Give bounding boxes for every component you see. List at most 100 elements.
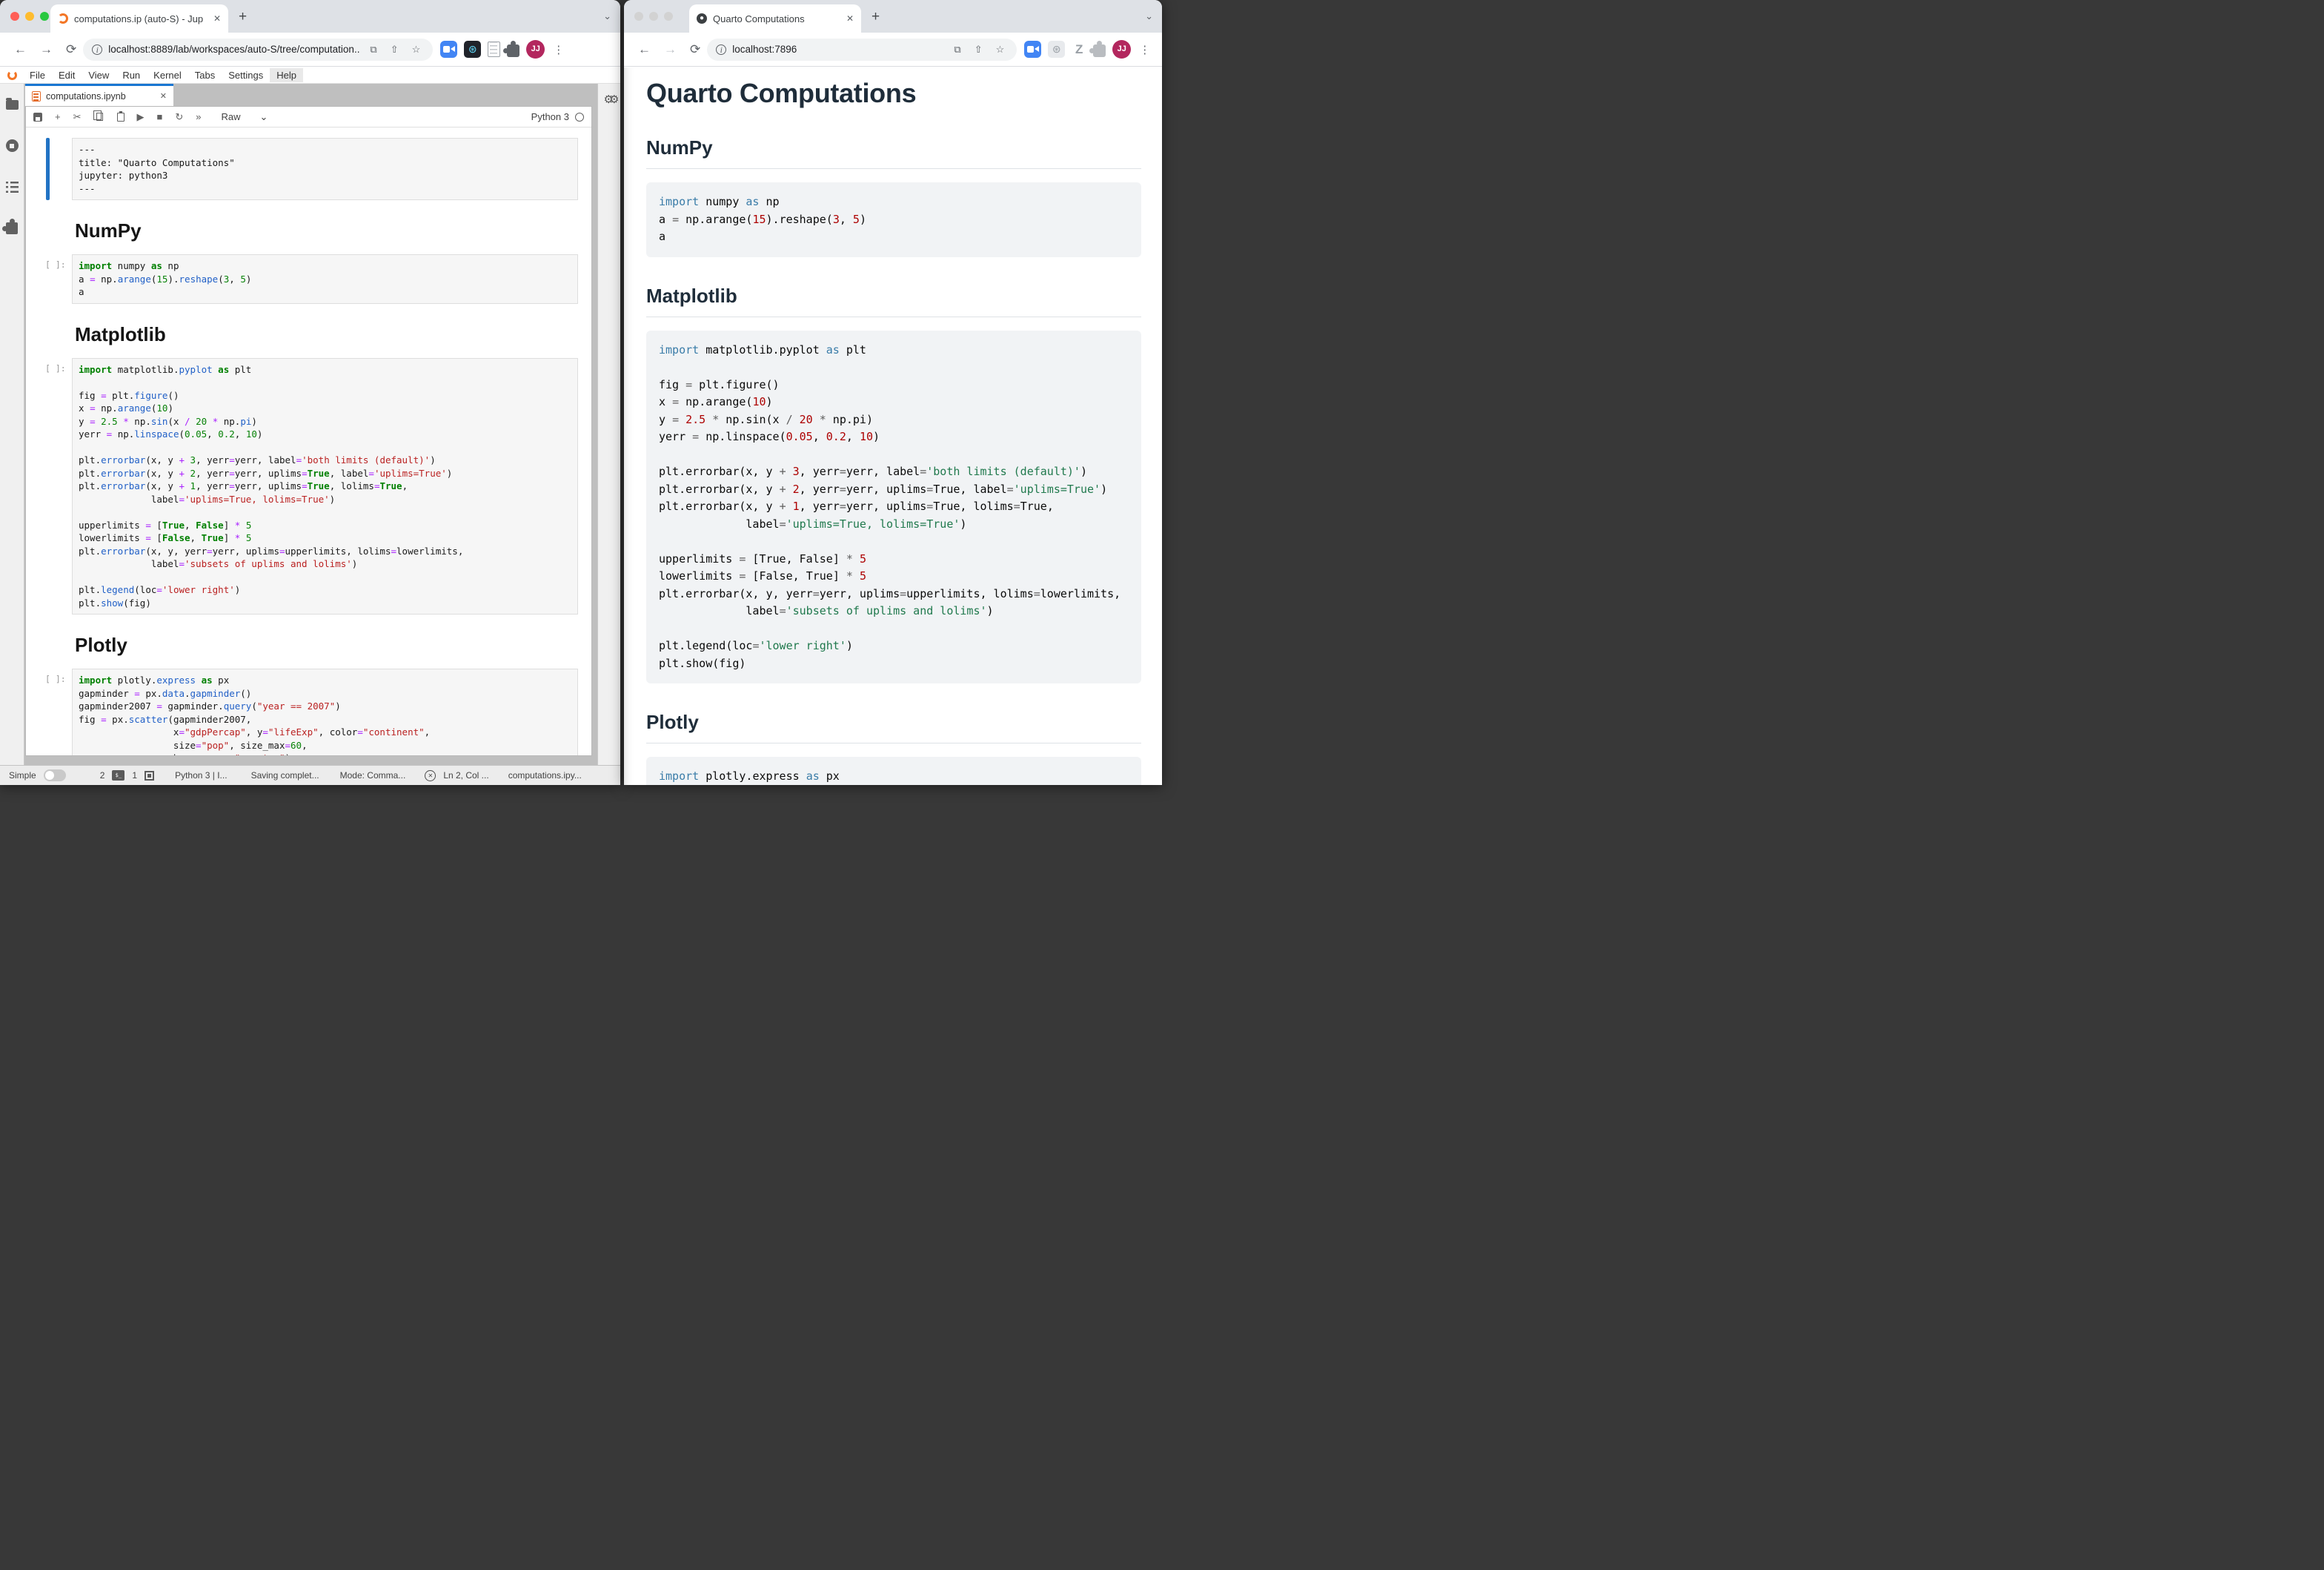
window-controls[interactable] (634, 12, 673, 21)
share-icon[interactable]: ⇧ (387, 44, 402, 56)
react-devtools-extension-icon[interactable]: ⊛ (1048, 41, 1065, 58)
maximize-window-button[interactable] (664, 12, 673, 21)
menu-item-edit[interactable]: Edit (52, 68, 82, 82)
paste-cell-button[interactable] (117, 113, 124, 122)
run-cell-button[interactable]: ▶ (137, 111, 145, 123)
code-block[interactable]: import matplotlib.pyplot as plt fig = pl… (646, 331, 1141, 684)
bookmark-star-icon[interactable]: ☆ (408, 44, 425, 56)
forward-button[interactable]: → (33, 42, 59, 57)
add-cell-button[interactable]: + (55, 111, 61, 122)
menu-item-tabs[interactable]: Tabs (188, 68, 222, 82)
new-tab-button[interactable]: + (872, 9, 880, 25)
cursor-position[interactable]: Ln 2, Col ... (443, 770, 488, 781)
new-tab-button[interactable]: + (239, 9, 247, 25)
video-call-extension-icon[interactable] (1024, 41, 1041, 58)
menu-item-help[interactable]: Help (270, 68, 303, 82)
reload-button[interactable]: ⟳ (683, 42, 707, 57)
z-extension-icon[interactable]: Z (1072, 42, 1086, 57)
tab-close-icon[interactable]: ✕ (213, 13, 221, 24)
url-text[interactable]: localhost:7896 (732, 44, 944, 55)
address-bar[interactable]: i localhost:7896 ⧉ ⇧ ☆ (707, 39, 1017, 61)
minimize-window-button[interactable] (25, 12, 34, 21)
run-all-button[interactable]: » (196, 111, 201, 122)
browser-menu-icon[interactable]: ⋮ (1138, 43, 1152, 56)
property-inspector-gears-icon[interactable]: ⚙⚙ (598, 93, 620, 106)
close-window-button[interactable] (10, 12, 19, 21)
cell-gutter[interactable]: [ ]: (45, 358, 72, 615)
menu-item-view[interactable]: View (82, 68, 116, 82)
command-mode-indicator[interactable]: Mode: Comma... (340, 770, 406, 781)
code-block[interactable]: import plotly.express as pxgapminder = p… (646, 757, 1141, 785)
bookmark-star-icon[interactable]: ☆ (992, 44, 1009, 56)
cell-editor[interactable]: ---title: "Quarto Computations"jupyter: … (72, 138, 578, 200)
copy-cell-button[interactable] (96, 113, 103, 121)
restart-kernel-button[interactable]: ↻ (175, 111, 183, 123)
markdown-heading-cell[interactable]: Matplotlib (75, 323, 584, 346)
tab-search-chevron-icon[interactable]: ⌄ (603, 10, 611, 22)
video-call-extension-icon[interactable] (440, 41, 457, 58)
cell-editor[interactable]: import plotly.express as pxgapminder = p… (72, 669, 578, 755)
cut-cell-button[interactable]: ✂ (73, 111, 82, 123)
kernel-status-text[interactable]: Python 3 | I... (175, 770, 228, 781)
browser-menu-icon[interactable]: ⋮ (551, 43, 565, 56)
save-button[interactable] (33, 113, 42, 122)
site-info-icon[interactable]: i (716, 44, 726, 55)
reload-button[interactable]: ⟳ (59, 42, 83, 57)
back-button[interactable]: ← (7, 42, 33, 57)
code-line: a (659, 228, 1129, 246)
window-controls[interactable] (10, 12, 49, 21)
menu-item-settings[interactable]: Settings (222, 68, 270, 82)
browser-tab-strip: computations.ip (auto-S) - Jup ✕ + ⌄ (0, 0, 620, 33)
cell-editor[interactable]: import numpy as npa = np.arange(15).resh… (72, 254, 578, 304)
browser-tab[interactable]: ● Quarto Computations ✕ (689, 4, 861, 33)
code-line: plt.errorbar(x, y + 2, yerr=yerr, uplims… (659, 481, 1129, 499)
simple-mode-toggle[interactable] (44, 769, 66, 781)
running-kernels-icon[interactable] (6, 139, 19, 152)
cell-gutter[interactable]: [ ]: (45, 669, 72, 755)
file-browser-icon[interactable] (6, 100, 19, 110)
code-line (659, 446, 1129, 464)
table-of-contents-icon[interactable] (6, 182, 19, 193)
cell-editor[interactable]: import matplotlib.pyplot as plt fig = pl… (72, 358, 578, 615)
cell-prompt: [ ]: (45, 259, 66, 270)
open-in-new-icon[interactable]: ⧉ (366, 44, 380, 56)
status-bar: Simple 2 $_ 1 Python 3 | I... Saving com… (0, 765, 620, 785)
kernel-name[interactable]: Python 3 (531, 111, 569, 122)
extensions-puzzle-icon[interactable] (507, 44, 519, 57)
back-button[interactable]: ← (631, 42, 657, 57)
profile-avatar[interactable]: JJ (1112, 40, 1131, 59)
notebook-tab-close-icon[interactable]: ✕ (160, 91, 167, 101)
menu-item-kernel[interactable]: Kernel (147, 68, 188, 82)
cell-type-select[interactable]: Raw ⌄ (222, 111, 268, 123)
code-line: a = np.arange(15).reshape(3, 5) (79, 273, 571, 286)
notebook-tab[interactable]: computations.ipynb ✕ (25, 84, 173, 106)
markdown-heading-cell[interactable]: Plotly (75, 634, 584, 657)
section-numpy: NumPyimport numpy as npa = np.arange(15)… (646, 136, 1141, 257)
browser-tab[interactable]: computations.ip (auto-S) - Jup ✕ (50, 4, 228, 33)
tab-search-chevron-icon[interactable]: ⌄ (1145, 10, 1153, 22)
close-window-button[interactable] (634, 12, 643, 21)
open-in-new-icon[interactable]: ⧉ (950, 44, 964, 56)
document-extension-icon[interactable] (488, 42, 500, 57)
extension-manager-icon[interactable] (6, 222, 18, 234)
forward-button[interactable]: → (657, 42, 683, 57)
markdown-heading-cell[interactable]: NumPy (75, 219, 584, 242)
cell-gutter[interactable]: [ ]: (45, 254, 72, 304)
cell-collapser[interactable] (46, 138, 50, 200)
minimize-window-button[interactable] (649, 12, 658, 21)
tab-close-icon[interactable]: ✕ (846, 13, 854, 24)
code-block[interactable]: import numpy as npa = np.arange(15).resh… (646, 182, 1141, 257)
address-bar[interactable]: i localhost:8889/lab/workspaces/auto-S/t… (83, 39, 433, 61)
maximize-window-button[interactable] (40, 12, 49, 21)
site-info-icon[interactable]: i (92, 44, 102, 55)
cell-gutter[interactable] (45, 138, 72, 200)
extensions-puzzle-icon[interactable] (1093, 44, 1106, 57)
url-text[interactable]: localhost:8889/lab/workspaces/auto-S/tre… (108, 44, 360, 55)
profile-avatar[interactable]: JJ (526, 40, 545, 59)
menu-item-file[interactable]: File (23, 68, 52, 82)
share-icon[interactable]: ⇧ (971, 44, 986, 56)
react-devtools-extension-icon[interactable]: ⊛ (464, 41, 481, 58)
stop-kernel-button[interactable]: ■ (157, 111, 163, 122)
menu-item-run[interactable]: Run (116, 68, 147, 82)
code-line: hover_name="country") (79, 752, 571, 755)
